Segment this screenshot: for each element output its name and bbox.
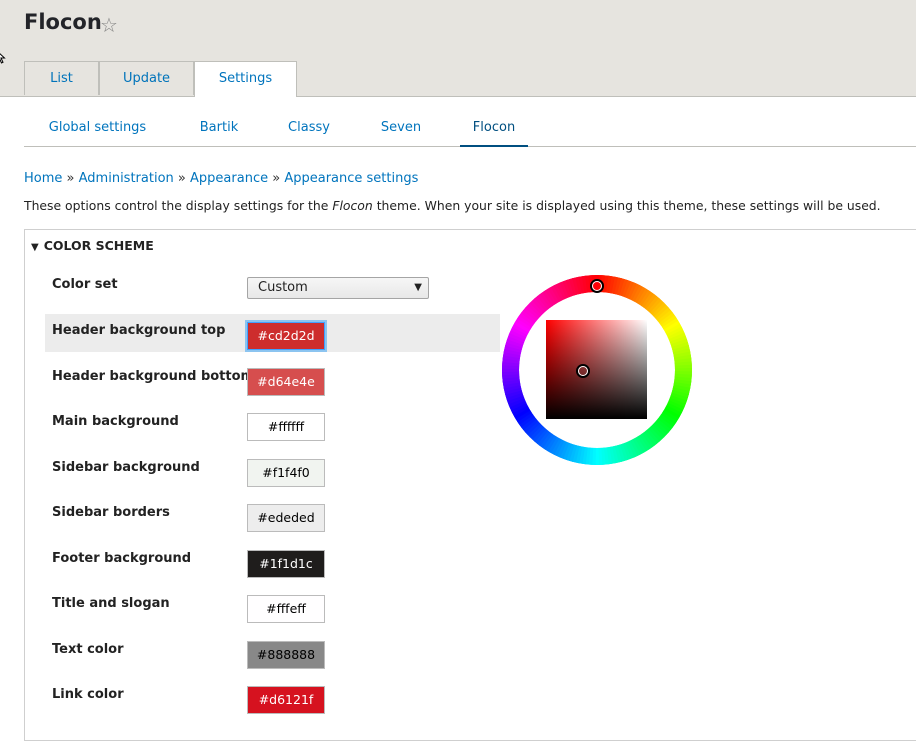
header-background-top-input[interactable]: #cd2d2d	[247, 322, 325, 350]
link-color-input[interactable]: #d6121f	[247, 686, 325, 714]
link-color-row: Link color #d6121f	[45, 678, 500, 716]
subtab-flocon[interactable]: Flocon	[460, 110, 528, 147]
text-color-input[interactable]: #888888	[247, 641, 325, 669]
description-after: theme. When your site is displayed using…	[372, 198, 881, 213]
description-before: These options control the display settin…	[24, 198, 333, 213]
title-and-slogan-row: Title and slogan #fffeff	[45, 587, 500, 625]
title-and-slogan-input[interactable]: #fffeff	[247, 595, 325, 623]
sidebar-background-label: Sidebar background	[52, 460, 200, 475]
breadcrumb-separator: »	[177, 171, 186, 186]
sidebar-borders-input[interactable]: #ededed	[247, 504, 325, 532]
color-picker[interactable]	[502, 275, 692, 465]
subtab-classy[interactable]: Classy	[279, 110, 339, 145]
footer-background-label: Footer background	[52, 551, 192, 566]
star-icon[interactable]: ☆	[100, 13, 118, 37]
text-color-row: Text color #888888	[45, 633, 500, 671]
sidebar-borders-label: Sidebar borders	[52, 505, 170, 520]
title-and-slogan-label: Title and slogan	[52, 596, 170, 611]
color-set-select[interactable]: Custom ▼	[247, 277, 429, 299]
footer-background-row: Footer background #1f1d1c	[45, 542, 500, 580]
tab-settings[interactable]: Settings	[194, 61, 297, 97]
tab-list[interactable]: List	[24, 61, 99, 95]
subtab-global-settings[interactable]: Global settings	[36, 110, 159, 145]
subtab-seven[interactable]: Seven	[371, 110, 431, 145]
text-color-label: Text color	[52, 642, 124, 657]
breadcrumb-separator: »	[66, 171, 75, 186]
value-overlay	[546, 320, 647, 419]
color-scheme-legend: COLOR SCHEME	[43, 238, 154, 253]
main-background-input[interactable]: #ffffff	[247, 413, 325, 441]
page-description: These options control the display settin…	[24, 198, 881, 213]
color-scheme-toggle[interactable]: ▼ COLOR SCHEME	[31, 238, 154, 253]
footer-background-input[interactable]: #1f1d1c	[247, 550, 325, 578]
breadcrumb-administration[interactable]: Administration	[79, 171, 174, 186]
header-background-top-label: Header background top	[52, 323, 226, 338]
page-title: Flocon	[24, 10, 102, 34]
header-background-bottom-row: Header background bottom #d64e4e	[45, 360, 500, 398]
subtab-bartik[interactable]: Bartik	[189, 110, 249, 145]
link-color-label: Link color	[52, 687, 124, 702]
main-background-label: Main background	[52, 414, 179, 429]
breadcrumb-separator: »	[272, 171, 281, 186]
color-set-row: Color set Custom ▼	[45, 268, 500, 306]
mouse-cursor-icon	[0, 53, 6, 64]
secondary-tabs: Global settings Bartik Classy Seven Floc…	[24, 110, 916, 147]
main-background-row: Main background #ffffff	[45, 405, 500, 443]
sidebar-background-input[interactable]: #f1f4f0	[247, 459, 325, 487]
header-background-bottom-input[interactable]: #d64e4e	[247, 368, 325, 396]
breadcrumb-home[interactable]: Home	[24, 171, 62, 186]
triangle-down-icon: ▼	[31, 242, 39, 253]
sidebar-borders-row: Sidebar borders #ededed	[45, 496, 500, 534]
breadcrumb-appearance-settings[interactable]: Appearance settings	[284, 171, 418, 186]
page-header: Flocon ☆ List Update Settings	[0, 0, 916, 97]
tab-update[interactable]: Update	[99, 61, 194, 95]
chevron-down-icon: ▼	[414, 282, 422, 293]
color-scheme-fieldset: ▼ COLOR SCHEME Color set Custom ▼ Header …	[24, 229, 916, 741]
breadcrumb: Home » Administration » Appearance » App…	[24, 171, 418, 186]
header-background-top-row: Header background top #cd2d2d	[45, 314, 500, 352]
header-background-bottom-label: Header background bottom	[52, 369, 255, 384]
description-theme-name: Flocon	[332, 198, 373, 213]
color-set-label: Color set	[52, 277, 118, 292]
breadcrumb-appearance[interactable]: Appearance	[190, 171, 268, 186]
sidebar-background-row: Sidebar background #f1f4f0	[45, 451, 500, 489]
color-set-value: Custom	[258, 280, 308, 295]
